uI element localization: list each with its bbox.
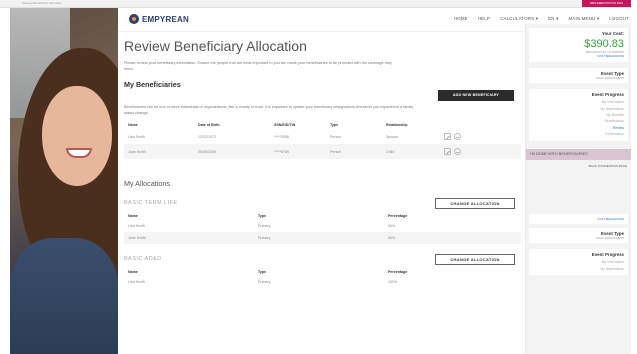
col-name: Name <box>128 122 138 127</box>
cell-name: Lisa Smith <box>128 280 145 284</box>
cell-type: Person <box>326 144 382 159</box>
nav-language[interactable]: EN ▾ <box>548 16 558 22</box>
event-type-card: Event Type OPEN ENROLLMENT <box>529 67 628 84</box>
cost-card-repeat: COST BREAKDOWN <box>529 213 628 225</box>
col-ssn: SSN/EID/TIN <box>274 122 296 127</box>
page-title: Review Beneficiary Allocation <box>124 38 307 54</box>
col-percentage: Percentage <box>388 269 408 274</box>
cost-value: $390.83 <box>584 38 624 50</box>
allocation-table-add: Name Type Percentage Lisa Smith Primary … <box>124 267 521 288</box>
col-type: Type <box>330 122 339 127</box>
summary-sidebar: Your Cost: $390.83 SEMI-MONTHLY (24 PERI… <box>525 24 631 354</box>
table-header-row: Name Type Percentage <box>124 211 521 220</box>
table-header-row: Name Type Percentage <box>124 267 521 276</box>
cell-type: Primary <box>254 232 384 244</box>
progress-label: Event Progress <box>591 252 624 258</box>
group-title-term-life: BASIC TERM LIFE <box>124 200 178 206</box>
progress-step[interactable]: Confirmation <box>533 131 624 137</box>
progress-step[interactable]: My Dependents <box>533 266 624 272</box>
col-dob: Date of Birth <box>198 122 220 127</box>
cell-ssn: *****3456 <box>274 134 289 139</box>
allocations-heading: My Allocations <box>124 179 170 188</box>
remove-icon[interactable] <box>454 133 461 140</box>
nav-calculators[interactable]: CALCULATORS ▾ <box>500 16 538 22</box>
table-row: Lisa Smith Primary 100% <box>124 276 521 288</box>
remove-icon[interactable] <box>454 148 461 155</box>
group-title-add: BASIC AD&D <box>124 256 162 262</box>
brand-logo[interactable]: EMPYREAN <box>129 14 189 24</box>
page-intro: Please review your beneficiary informati… <box>124 61 392 71</box>
nav-help[interactable]: HELP <box>478 16 490 22</box>
main-panel: EMPYREAN HOME HELP CALCULATORS ▾ EN ▾ MA… <box>118 8 637 354</box>
add-beneficiary-button[interactable]: ADD NEW BENEFICIARY <box>438 90 514 101</box>
event-type-value: OPEN ENROLLMENT <box>596 236 624 241</box>
col-type: Type <box>258 269 267 274</box>
top-status-bar: Viewing Beneficiary Allocation IMPLEMENT… <box>0 0 637 8</box>
cell-ssn: *****6789 <box>270 144 326 159</box>
nav-logout[interactable]: LOGOUT <box>609 16 629 22</box>
cost-label: Your Cost: <box>601 31 624 36</box>
nav-main-menu[interactable]: MAIN MENU ▾ <box>569 16 600 22</box>
done-with-beneficiaries-button[interactable]: I'M DONE WITH BENEFICIARIES <box>526 148 631 160</box>
change-allocation-button[interactable]: CHANGE ALLOCATION <box>435 254 515 265</box>
edit-icon[interactable] <box>444 133 451 140</box>
col-name: Name <box>128 269 138 274</box>
progress-card-repeat: Event Progress My Information My Depende… <box>529 249 628 276</box>
cell-percentage: 50% <box>384 232 521 244</box>
cell-relationship: Child <box>382 144 440 159</box>
cell-name: Lisa Smith <box>128 224 145 228</box>
cell-dob: 12/12/1972 <box>198 134 216 139</box>
table-row: Lisa Smith 12/12/1972 *****3456 Person S… <box>124 129 521 144</box>
cell-type: Person <box>330 134 342 139</box>
table-row: Jane Smith Primary 50% <box>124 232 521 244</box>
hero-photo <box>10 8 118 354</box>
change-allocation-button[interactable]: CHANGE ALLOCATION <box>435 198 515 209</box>
cost-card: Your Cost: $390.83 SEMI-MONTHLY (24 PERI… <box>529 28 628 62</box>
col-relationship: Relationship <box>386 122 408 127</box>
window-caption: Viewing Beneficiary Allocation <box>22 1 62 5</box>
cell-relationship: Spouse <box>386 134 399 139</box>
col-name: Name <box>128 213 138 218</box>
cell-type: Primary <box>258 280 271 284</box>
environment-badge: IMPLEMENTATION ENV <box>581 0 631 7</box>
table-row: Jane Smith 06/06/2006 *****6789 Person C… <box>124 144 521 159</box>
cell-name: Jane Smith <box>124 144 194 159</box>
progress-card: Event Progress My Information My Depende… <box>529 89 628 141</box>
cell-name: Jane Smith <box>124 232 254 244</box>
nav-home[interactable]: HOME <box>454 16 468 22</box>
cell-percentage: 50% <box>388 224 396 228</box>
cost-breakdown-link[interactable]: COST BREAKDOWN <box>533 54 624 58</box>
edit-icon[interactable] <box>444 148 451 155</box>
beneficiaries-heading: My Beneficiaries <box>124 80 181 89</box>
table-row: Lisa Smith Primary 50% <box>124 220 521 232</box>
page-content: Review Beneficiary Allocation Please rev… <box>124 38 521 288</box>
cell-name: Lisa Smith <box>128 134 145 139</box>
cell-type: Primary <box>258 224 271 228</box>
progress-label: Event Progress <box>591 92 624 98</box>
beneficiaries-description: Beneficiaries can be one or more individ… <box>124 105 414 115</box>
cell-percentage: 100% <box>388 280 398 284</box>
col-percentage: Percentage <box>388 213 408 218</box>
table-header-row: Name Date of Birth SSN/EID/TIN Type Rela… <box>124 120 521 129</box>
back-link[interactable]: BACK TO PREVIOUS PAGE <box>526 164 627 168</box>
col-type: Type <box>258 213 267 218</box>
event-type-card-repeat: Event Type OPEN ENROLLMENT <box>529 228 628 244</box>
brand-name: EMPYREAN <box>142 14 189 24</box>
cost-breakdown-link[interactable]: COST BREAKDOWN <box>533 217 624 221</box>
empyrean-logo-icon <box>129 14 139 24</box>
cell-dob: 06/06/2006 <box>194 144 270 159</box>
event-type-value: OPEN ENROLLMENT <box>596 75 624 80</box>
allocation-table-term-life: Name Type Percentage Lisa Smith Primary … <box>124 211 521 244</box>
top-nav: HOME HELP CALCULATORS ▾ EN ▾ MAIN MENU ▾… <box>454 16 629 22</box>
beneficiaries-table: Name Date of Birth SSN/EID/TIN Type Rela… <box>124 120 521 159</box>
